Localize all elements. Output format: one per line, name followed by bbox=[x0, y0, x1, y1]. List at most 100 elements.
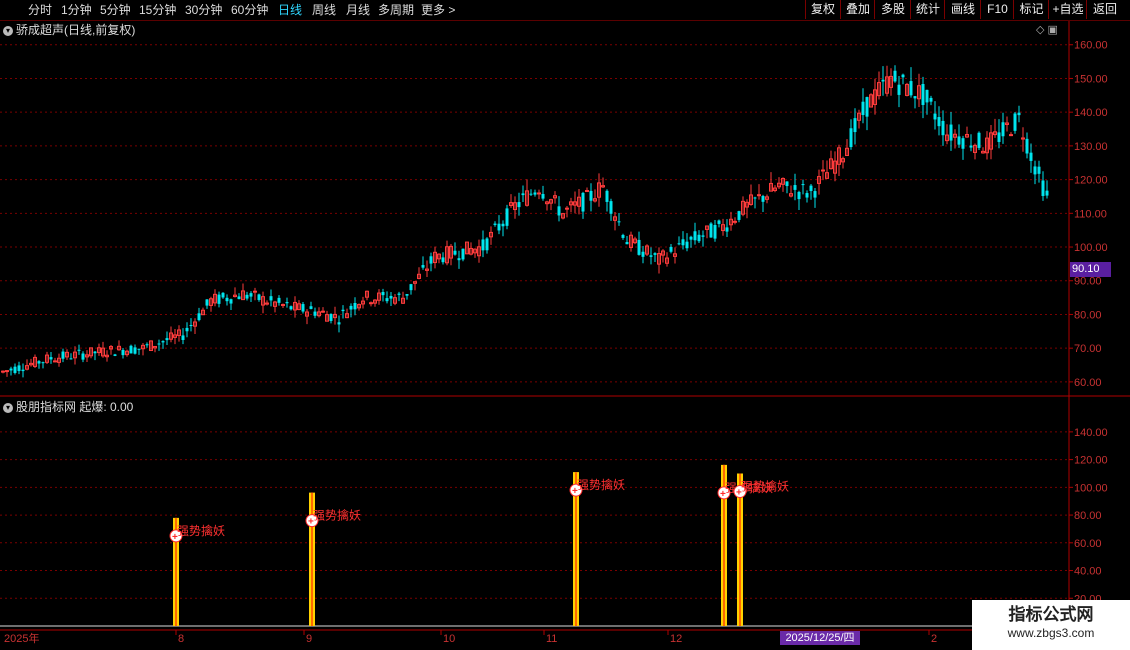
candle-body bbox=[961, 138, 965, 149]
y-tick-label: 120.00 bbox=[1074, 175, 1108, 187]
sub-y-tick-label: 100.00 bbox=[1074, 482, 1108, 494]
candle-body bbox=[689, 236, 693, 240]
candle-body bbox=[605, 190, 609, 202]
candle-body bbox=[753, 197, 757, 199]
candle-body bbox=[405, 294, 409, 296]
candle-body bbox=[821, 169, 825, 172]
y-tick-label: 70.00 bbox=[1074, 343, 1102, 355]
candle-body bbox=[309, 306, 313, 309]
candle-body bbox=[677, 243, 681, 245]
candle-body bbox=[861, 101, 865, 116]
y-tick-label: 60.00 bbox=[1074, 377, 1102, 389]
candle-body bbox=[337, 322, 341, 325]
candle-body bbox=[865, 97, 869, 117]
candlestick-chart[interactable]: 160.00 150.00 140.00 130.00 120.00 110.00 100.… bbox=[0, 0, 1130, 650]
candle-body bbox=[249, 293, 253, 297]
candle-body bbox=[809, 185, 813, 191]
date-cursor-label: 2025/12/25/四 bbox=[780, 631, 860, 645]
y-tick-label: 90.00 bbox=[1074, 276, 1102, 288]
candle-body bbox=[1025, 138, 1029, 154]
candle-body bbox=[137, 348, 141, 350]
candle-body bbox=[785, 181, 789, 187]
candle-body bbox=[225, 297, 229, 302]
candle-body bbox=[493, 223, 497, 225]
candle-body bbox=[813, 191, 817, 198]
candle-body bbox=[61, 351, 65, 359]
candle-body bbox=[941, 120, 945, 136]
candle-body bbox=[977, 132, 981, 148]
candle-body bbox=[81, 353, 85, 360]
candle-body bbox=[609, 201, 613, 214]
candle-body bbox=[541, 193, 545, 199]
candle-body bbox=[733, 220, 737, 223]
candle-body bbox=[521, 193, 525, 196]
candle-body bbox=[1045, 190, 1049, 196]
candle-body bbox=[185, 327, 189, 332]
candle-body bbox=[761, 196, 765, 202]
candle-body bbox=[17, 365, 21, 371]
candle-body bbox=[289, 306, 293, 310]
candle-body bbox=[1037, 166, 1041, 174]
candle-body bbox=[1017, 112, 1021, 116]
candle-body bbox=[581, 192, 585, 212]
x-axis-label: 9 bbox=[306, 633, 312, 645]
candle-body bbox=[685, 241, 689, 249]
candle-body bbox=[229, 299, 233, 304]
candle-body bbox=[181, 335, 185, 340]
candle-body bbox=[801, 184, 805, 186]
sub-y-tick-label: 120.00 bbox=[1074, 455, 1108, 467]
signal-label: 强势擒妖 bbox=[741, 478, 789, 493]
candle-body bbox=[189, 325, 193, 327]
candle-body bbox=[625, 242, 629, 245]
candle-body bbox=[893, 70, 897, 82]
candle-body bbox=[533, 192, 537, 195]
candle-body bbox=[925, 89, 929, 103]
candle-body bbox=[221, 292, 225, 298]
candle-body bbox=[653, 253, 657, 255]
y-tick-label: 110.00 bbox=[1074, 208, 1107, 220]
y-tick-label: 150.00 bbox=[1074, 73, 1108, 85]
candle-body bbox=[313, 311, 317, 316]
candle-body bbox=[253, 290, 257, 293]
candle-body bbox=[461, 248, 465, 260]
candle-body bbox=[301, 304, 305, 312]
candle-body bbox=[161, 341, 165, 343]
candle-body bbox=[205, 299, 209, 306]
candle-body bbox=[589, 190, 593, 201]
candle-body bbox=[921, 84, 925, 105]
candle-body bbox=[909, 81, 913, 96]
candle-body bbox=[1029, 152, 1033, 161]
x-axis-label: 11 bbox=[546, 633, 557, 645]
sub-y-tick-label: 60.00 bbox=[1074, 538, 1102, 550]
candle-body bbox=[421, 265, 425, 268]
candle-body bbox=[717, 220, 721, 224]
x-axis-label: 12 bbox=[670, 633, 682, 645]
candle-body bbox=[697, 234, 701, 242]
candle-body bbox=[285, 302, 289, 304]
candle-body bbox=[429, 256, 433, 264]
sub-y-tick-label: 40.00 bbox=[1074, 566, 1102, 578]
candle-body bbox=[389, 295, 393, 299]
candle-body bbox=[805, 193, 809, 198]
candle-body bbox=[557, 206, 561, 216]
candle-body bbox=[1041, 180, 1045, 196]
candle-body bbox=[793, 185, 797, 190]
candle-body bbox=[969, 145, 973, 148]
candle-body bbox=[713, 225, 717, 239]
watermark-line1: 指标公式网 bbox=[1008, 605, 1094, 624]
candle-body bbox=[385, 298, 389, 302]
candle-body bbox=[1013, 113, 1017, 131]
candle-body bbox=[565, 207, 569, 210]
candle-body bbox=[485, 238, 489, 251]
candle-body bbox=[757, 194, 761, 197]
candle-body bbox=[849, 128, 853, 148]
candle-body bbox=[637, 239, 641, 255]
side-info-strip bbox=[1110, 21, 1130, 650]
y-tick-label: 140.00 bbox=[1074, 107, 1108, 119]
candle-body bbox=[121, 349, 125, 356]
candle-body bbox=[649, 255, 653, 257]
candle-body bbox=[621, 234, 625, 238]
candle-body bbox=[949, 124, 953, 141]
y-tick-label: 160.00 bbox=[1074, 40, 1108, 52]
candle-body bbox=[505, 208, 509, 226]
